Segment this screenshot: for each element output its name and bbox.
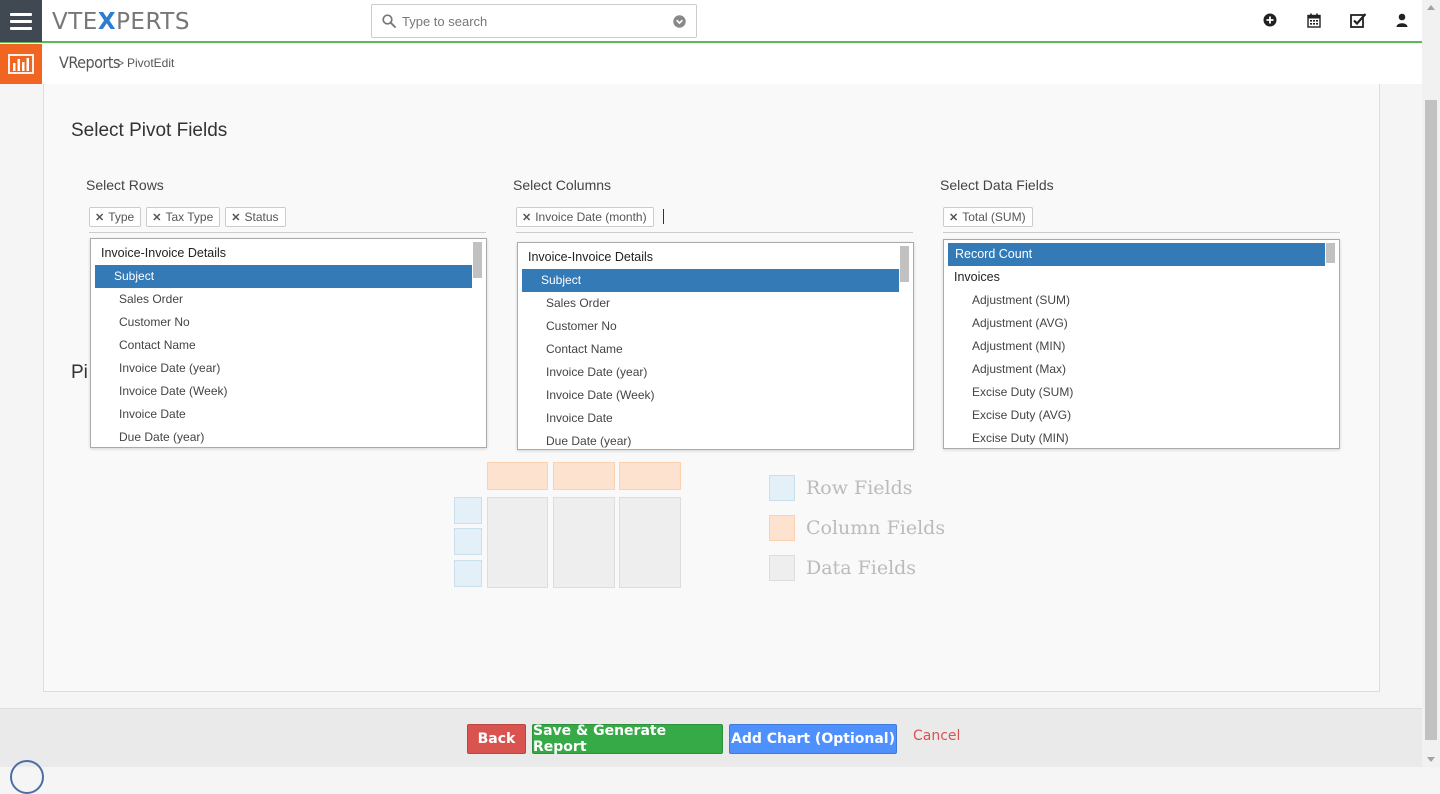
add-icon[interactable]	[1263, 13, 1277, 27]
list-item[interactable]: Excise Duty (AVG)	[948, 404, 1325, 427]
scroll-down-icon[interactable]	[1427, 757, 1435, 762]
list-item[interactable]: Excise Duty (MIN)	[948, 427, 1325, 448]
list-item[interactable]: Subject	[522, 269, 899, 292]
breadcrumb-bar: VReports > PivotEdit	[0, 44, 1422, 84]
reports-app-icon[interactable]	[0, 44, 42, 84]
list-item[interactable]: Excise Duty (SUM)	[948, 381, 1325, 404]
column-fields-swatch	[769, 515, 795, 541]
breadcrumb-separator: >	[117, 56, 125, 70]
list-item[interactable]: Subject	[95, 265, 472, 288]
pivot-panel: Select Pivot Fields Pi Select Rows ✕ Type…	[43, 84, 1380, 692]
list-item[interactable]: Customer No	[522, 315, 899, 338]
select-data-fields-label: Select Data Fields	[940, 177, 1054, 193]
bar-chart-icon	[8, 54, 34, 74]
list-item[interactable]: Sales Order	[522, 292, 899, 315]
list-item[interactable]: Due Date (year)	[522, 430, 899, 449]
help-icon[interactable]	[10, 760, 44, 794]
logo[interactable]: VTEXPERTS	[52, 9, 190, 35]
scrollbar[interactable]	[1326, 243, 1335, 263]
footer-actions: Back Save & Generate Report Add Chart (O…	[0, 708, 1422, 767]
columns-selected-chips[interactable]: ✕ Invoice Date (month)	[516, 204, 913, 233]
list-item[interactable]: Contact Name	[522, 338, 899, 361]
page-title: Select Pivot Fields	[71, 120, 228, 141]
select-columns-label: Select Columns	[513, 177, 612, 193]
breadcrumb-page: PivotEdit	[127, 56, 175, 70]
pivot-layout-illustration	[454, 462, 681, 588]
page-scrollbar[interactable]	[1422, 0, 1440, 767]
scrollbar[interactable]	[900, 246, 909, 282]
rows-options-list[interactable]: Invoice-Invoice Details Subject Sales Or…	[90, 238, 487, 448]
list-group: Invoices	[954, 270, 1000, 284]
list-item[interactable]: Invoice Date (year)	[522, 361, 899, 384]
data-fields-swatch	[769, 555, 795, 581]
scroll-up-icon[interactable]	[1427, 5, 1435, 10]
list-item[interactable]: Invoice Date	[95, 403, 472, 426]
remove-icon[interactable]: ✕	[231, 212, 240, 224]
list-item[interactable]: Customer No	[95, 311, 472, 334]
row-fields-swatch	[769, 475, 795, 501]
remove-icon[interactable]: ✕	[949, 212, 958, 224]
text-cursor	[662, 209, 664, 225]
list-item[interactable]: Invoice Date (year)	[95, 357, 472, 380]
list-item[interactable]: Invoice Date (Week)	[95, 380, 472, 403]
chevron-down-icon[interactable]	[673, 15, 686, 28]
chip-tax-type[interactable]: ✕ Tax Type	[146, 207, 221, 227]
remove-icon[interactable]: ✕	[95, 212, 104, 224]
list-item[interactable]: Adjustment (AVG)	[948, 312, 1325, 335]
search-icon	[382, 14, 396, 28]
tasks-icon[interactable]	[1350, 12, 1367, 29]
calendar-icon[interactable]	[1307, 13, 1321, 28]
top-bar: VTEXPERTS	[0, 0, 1422, 43]
add-chart-button[interactable]: Add Chart (Optional)	[729, 724, 897, 754]
list-item[interactable]: Adjustment (MIN)	[948, 335, 1325, 358]
list-item[interactable]: Adjustment (SUM)	[948, 289, 1325, 312]
list-item[interactable]: Contact Name	[95, 334, 472, 357]
list-item[interactable]: Record Count	[948, 243, 1325, 266]
list-item[interactable]: Invoice Date	[522, 407, 899, 430]
list-item[interactable]: Sales Order	[95, 288, 472, 311]
menu-icon[interactable]	[0, 0, 42, 42]
remove-icon[interactable]: ✕	[522, 212, 531, 224]
scrollbar[interactable]	[473, 242, 482, 278]
select-rows-label: Select Rows	[86, 177, 164, 193]
list-item[interactable]: Due Date (year)	[95, 426, 472, 447]
data-fields-selected-chips[interactable]: ✕ Total (SUM)	[943, 204, 1340, 233]
cancel-link[interactable]: Cancel	[913, 728, 960, 744]
list-item[interactable]: Adjustment (Max)	[948, 358, 1325, 381]
pivot-heading-partial: Pi	[71, 362, 88, 383]
rows-selected-chips[interactable]: ✕ Type ✕ Tax Type ✕ Status	[89, 204, 486, 233]
chip-invoice-date-month[interactable]: ✕ Invoice Date (month)	[516, 207, 654, 227]
data-fields-options-list[interactable]: Record Count Invoices Adjustment (SUM) A…	[943, 239, 1340, 449]
save-generate-report-button[interactable]: Save & Generate Report	[532, 723, 723, 755]
data-fields-legend: Data Fields	[806, 557, 917, 579]
breadcrumb-module[interactable]: VReports	[59, 53, 120, 72]
column-fields-legend: Column Fields	[806, 517, 946, 539]
search-input[interactable]	[400, 11, 660, 31]
back-button[interactable]: Back	[467, 724, 526, 754]
chip-type[interactable]: ✕ Type	[89, 207, 142, 227]
list-item[interactable]: Invoice Date (Week)	[522, 384, 899, 407]
chip-status[interactable]: ✕ Status	[225, 207, 286, 227]
row-fields-legend: Row Fields	[806, 477, 913, 499]
global-search[interactable]	[371, 4, 697, 38]
columns-options-list[interactable]: Invoice-Invoice Details Subject Sales Or…	[517, 242, 914, 450]
list-group: Invoice-Invoice Details	[528, 250, 654, 264]
user-icon[interactable]	[1396, 13, 1408, 27]
remove-icon[interactable]: ✕	[152, 212, 161, 224]
list-group: Invoice-Invoice Details	[101, 246, 227, 260]
chip-total-sum[interactable]: ✕ Total (SUM)	[943, 207, 1033, 227]
scroll-thumb[interactable]	[1425, 100, 1437, 740]
